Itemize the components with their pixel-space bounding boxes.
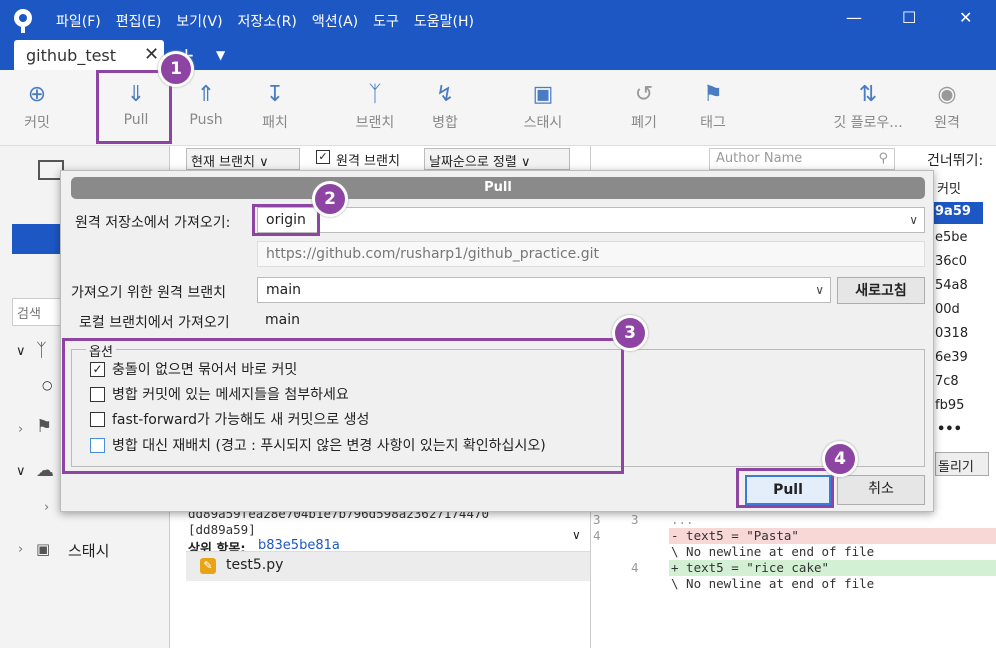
branch-button[interactable]: ᛉ 브랜치: [345, 80, 405, 132]
author-search[interactable]: Author Name ⚲: [709, 148, 895, 170]
tab-dropdown-icon[interactable]: ▼: [216, 48, 225, 62]
globe-icon: ◉: [937, 82, 957, 107]
remote-label: 원격 저장소에서 가져오기:: [75, 215, 231, 231]
local-branch-label: 로컬 브랜치에서 가져오기: [79, 315, 230, 331]
branch-label: 가져오기 위한 원격 브랜치: [71, 285, 227, 301]
diff-line: 4- text5 = "Pasta": [591, 528, 996, 544]
search-icon: ⚲: [878, 151, 888, 166]
highlight-remote-select: [252, 204, 320, 236]
commit-hash-short: [dd89a59]: [188, 522, 256, 537]
gitflow-icon: ⇅: [858, 82, 878, 107]
expand-stash-icon[interactable]: ›: [18, 542, 23, 557]
menu-tools[interactable]: 도구: [373, 11, 399, 31]
tab-close-icon[interactable]: ✕: [144, 44, 159, 65]
sourcetree-logo-icon: [14, 9, 32, 33]
push-button[interactable]: ⇑ Push: [176, 80, 236, 128]
sort-select[interactable]: 날짜순으로 정렬 ∨: [424, 148, 570, 170]
cloud-icon: ☁: [36, 460, 54, 481]
highlight-pull-button: [96, 70, 172, 144]
gitflow-button[interactable]: ⇅ 깃 플로우...: [826, 80, 910, 132]
hash-row[interactable]: 00d: [931, 300, 964, 319]
tag-icon: ⚑: [36, 416, 53, 437]
refresh-branches-button[interactable]: 새로고침: [837, 277, 925, 304]
diff-line: 4 + text5 = "rice cake": [591, 560, 996, 576]
cancel-button[interactable]: 취소: [837, 475, 925, 505]
discard-icon: ↺: [634, 82, 654, 107]
step-badge-1: 1: [158, 51, 194, 87]
menu-action[interactable]: 액션(A): [312, 11, 358, 31]
menu-bar: 파일(F) 편집(E) 보기(V) 저장소(R) 액션(A) 도구 도움말(H): [56, 11, 489, 31]
title-bar: 파일(F) 편집(E) 보기(V) 저장소(R) 액션(A) 도구 도움말(H)…: [0, 0, 996, 40]
menu-view[interactable]: 보기(V): [176, 11, 222, 31]
tab-bar: github_test ✕ + ▼: [0, 40, 996, 70]
tag-button[interactable]: ⚑ 태그: [683, 80, 743, 132]
expand-tags-icon[interactable]: ›: [18, 422, 23, 437]
diff-view: 3 3... 4- text5 = "Pasta" \ No newline at…: [591, 508, 996, 628]
menu-repository[interactable]: 저장소(R): [238, 11, 297, 31]
expand-origin-icon[interactable]: ›: [44, 500, 49, 515]
highlight-options: [62, 338, 624, 474]
hash-row[interactable]: 7c8: [931, 372, 963, 391]
menu-edit[interactable]: 편집(E): [116, 11, 162, 31]
hash-row-selected[interactable]: 9a59: [931, 202, 983, 224]
remote-branch-label: 원격 브랜치: [336, 154, 400, 169]
commit-column-header: 커밋: [937, 182, 961, 197]
maximize-icon[interactable]: ☐: [902, 8, 916, 27]
step-badge-3: 3: [612, 315, 648, 351]
discard-button[interactable]: ↺ 폐기: [614, 80, 674, 132]
hash-row[interactable]: 36c0: [931, 252, 971, 271]
step-badge-4: 4: [822, 441, 858, 477]
branch-icon: ᛉ: [368, 82, 382, 107]
hash-row[interactable]: 54a8: [931, 276, 972, 295]
tab-label: github_test: [26, 46, 117, 65]
chevron-down-icon: ∨: [815, 283, 824, 297]
file-row[interactable]: ✎ test5.py: [186, 551, 590, 581]
menu-file[interactable]: 파일(F): [56, 11, 101, 31]
diff-line: \ No newline at end of file: [671, 544, 875, 559]
stash-button[interactable]: ▣ 스태시: [513, 80, 573, 132]
local-branch-value: main: [265, 312, 300, 328]
file-name: test5.py: [226, 557, 284, 573]
chevron-down-icon: ∨: [909, 213, 918, 227]
stash-icon: ▣: [36, 540, 51, 558]
remote-button[interactable]: ◉ 원격: [917, 80, 977, 132]
hash-row[interactable]: 0318: [931, 324, 972, 343]
tag-icon: ⚑: [703, 82, 723, 107]
stash-icon: ▣: [532, 82, 554, 107]
merge-button[interactable]: ↯ 병합: [415, 80, 475, 132]
current-branch-dot-icon: ○: [42, 378, 53, 392]
minimize-icon[interactable]: —: [846, 8, 862, 27]
fetch-button[interactable]: ↧ 패치: [245, 80, 305, 132]
merge-icon: ↯: [435, 82, 455, 107]
dashed-download-icon: ↧: [265, 82, 285, 107]
highlight-pull-confirm: [736, 468, 834, 508]
hash-row[interactable]: fb95: [931, 396, 968, 415]
sidebar-stash-label[interactable]: 스태시: [68, 540, 109, 561]
expand-branches-icon[interactable]: ∨: [16, 344, 26, 359]
branch-filter-select[interactable]: 현재 브랜치 ∨: [186, 148, 300, 170]
remote-branch-select[interactable]: main ∨: [257, 277, 831, 303]
remote-select[interactable]: origin ∨: [257, 207, 925, 233]
refresh-button[interactable]: 돌리기: [935, 452, 989, 476]
branch-icon: ᛉ: [36, 340, 47, 361]
commit-button[interactable]: ⊕ 커밋: [7, 80, 67, 132]
hash-row[interactable]: e5be: [931, 228, 972, 247]
close-window-icon[interactable]: ✕: [959, 8, 972, 27]
menu-help[interactable]: 도움말(H): [414, 11, 474, 31]
diff-line: \ No newline at end of file: [671, 576, 875, 591]
step-badge-2: 2: [312, 181, 348, 217]
diff-line: 3 3...: [593, 512, 694, 527]
remote-url-field: https://github.com/rusharp1/github_pract…: [257, 241, 925, 267]
dialog-title: Pull: [71, 177, 925, 199]
expand-remotes-icon[interactable]: ∨: [16, 464, 26, 479]
hash-row[interactable]: 6e39: [931, 348, 972, 367]
remote-branch-checkbox[interactable]: ✓: [316, 150, 330, 164]
scroll-down-icon[interactable]: ∨: [572, 528, 581, 542]
more-icon[interactable]: •••: [937, 422, 962, 437]
tab-github-test[interactable]: github_test ✕: [14, 40, 164, 70]
modified-file-icon: ✎: [200, 558, 216, 574]
skip-label: 건너뛰기:: [927, 153, 984, 169]
plus-circle-icon: ⊕: [27, 82, 47, 107]
